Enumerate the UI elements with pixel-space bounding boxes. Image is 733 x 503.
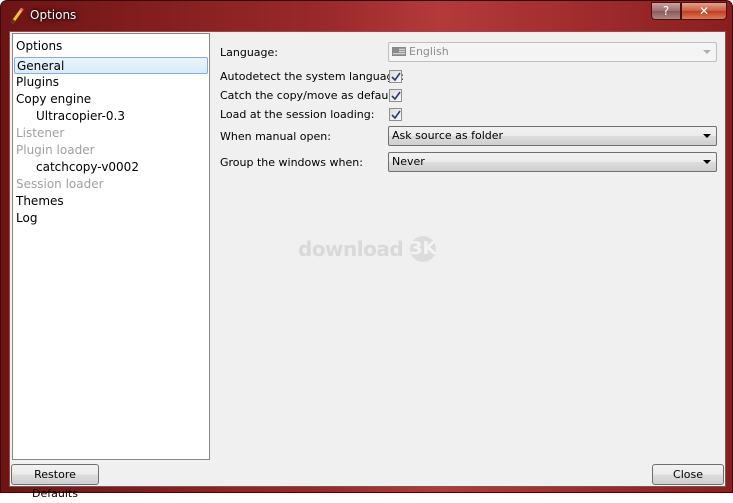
language-value: English	[409, 45, 449, 58]
manual-open-label: When manual open:	[220, 130, 331, 143]
pencil-icon	[10, 7, 24, 24]
tree-item-ultracopier[interactable]: Ultracopier-0.3	[14, 108, 208, 125]
autodetect-label: Autodetect the system language:	[220, 70, 404, 83]
restore-defaults-button[interactable]: Restore Defaults	[11, 464, 99, 500]
tree-item-themes[interactable]: Themes	[14, 193, 208, 210]
checkmark-icon	[391, 110, 401, 120]
tree-item-listener: Listener	[16, 126, 65, 140]
title-bar[interactable]: Options ? ✕	[1, 1, 732, 31]
tree-item-plugins[interactable]: Plugins	[14, 74, 208, 91]
dialog-body: Options General Plugins Copy engine Ultr…	[9, 31, 726, 500]
group-windows-label: Group the windows when:	[220, 156, 363, 169]
chevron-down-icon	[703, 134, 711, 138]
tree-item-plugin-loader: Plugin loader	[16, 143, 95, 157]
tree-item-session-loader: Session loader	[16, 177, 104, 191]
chevron-down-icon	[703, 50, 711, 54]
tree-item-catchcopy[interactable]: catchcopy-v0002	[14, 159, 208, 176]
tree-header: Options	[16, 39, 63, 53]
catch-copy-label: Catch the copy/move as default:	[220, 89, 400, 102]
help-button[interactable]: ?	[651, 2, 681, 20]
language-select: English	[388, 42, 717, 62]
tree-item-log[interactable]: Log	[14, 210, 208, 227]
autodetect-checkbox[interactable]	[389, 70, 402, 83]
window-title: Options	[30, 8, 77, 22]
group-windows-value: Never	[392, 155, 425, 168]
flag-icon	[392, 47, 406, 56]
checkmark-icon	[391, 91, 401, 101]
group-windows-select[interactable]: Never	[388, 152, 717, 172]
options-tree[interactable]: Options General Plugins Copy engine Ultr…	[12, 33, 210, 460]
close-window-button[interactable]: ✕	[681, 2, 727, 20]
catch-copy-checkbox[interactable]	[389, 89, 402, 102]
tree-item-copy-engine[interactable]: Copy engine	[14, 91, 208, 108]
language-label: Language:	[220, 46, 278, 59]
watermark-text: download	[298, 237, 404, 261]
manual-open-value: Ask source as folder	[392, 129, 504, 142]
watermark-badge: 3K	[410, 236, 436, 262]
tree-item-general[interactable]: General	[14, 57, 208, 74]
close-button[interactable]: Close	[652, 464, 724, 485]
load-session-label: Load at the session loading:	[220, 108, 375, 121]
options-window: Options ? ✕ Options General Plugins Copy…	[0, 0, 733, 500]
load-session-checkbox[interactable]	[389, 108, 402, 121]
chevron-down-icon	[703, 160, 711, 164]
checkmark-icon	[391, 72, 401, 82]
manual-open-select[interactable]: Ask source as folder	[388, 126, 717, 146]
